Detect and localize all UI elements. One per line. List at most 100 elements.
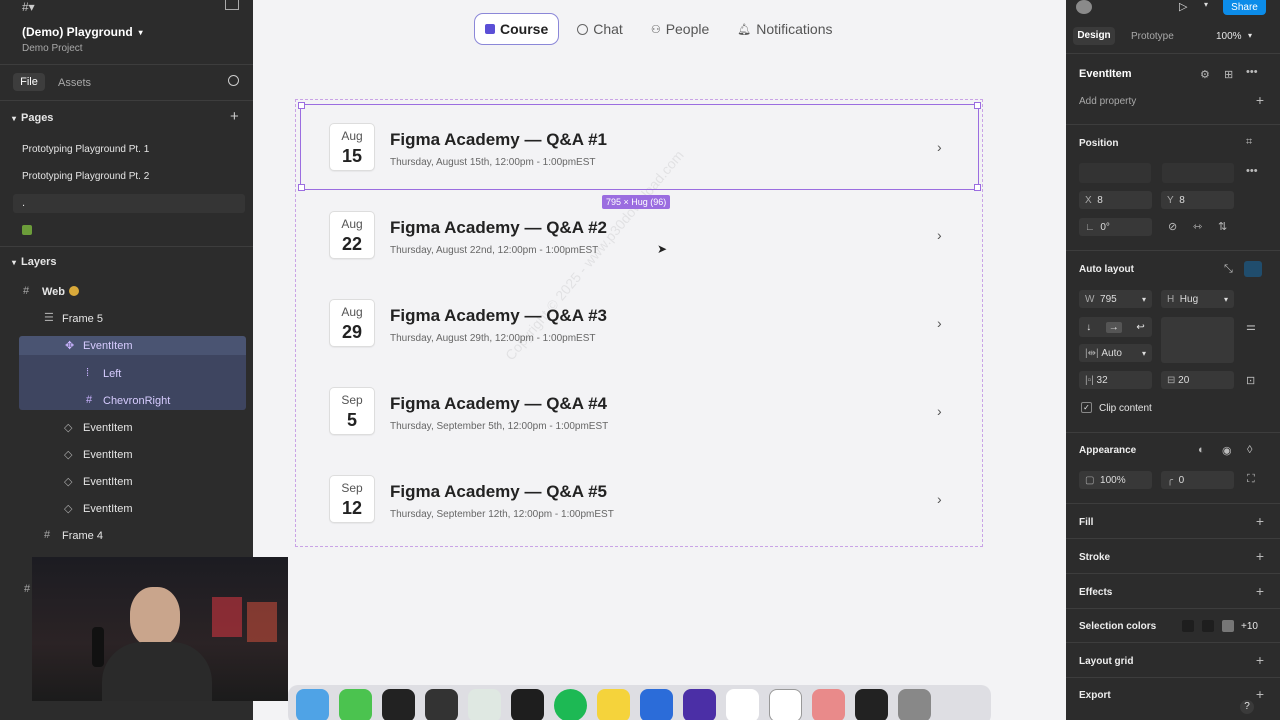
- tab-prototype[interactable]: Prototype: [1131, 31, 1174, 42]
- eye-icon[interactable]: ◉: [1222, 444, 1232, 457]
- flip-horizontal-icon[interactable]: ⇿: [1193, 220, 1202, 233]
- page-item-selected[interactable]: .: [13, 194, 245, 213]
- align-horizontal-group[interactable]: [1079, 163, 1151, 183]
- frame-select-icon[interactable]: ⌗: [1246, 136, 1252, 149]
- sidebar-toggle-icon[interactable]: [225, 0, 239, 10]
- constraint-icon[interactable]: ⊘: [1168, 220, 1177, 233]
- spotify-icon[interactable]: [554, 689, 587, 720]
- color-swatch[interactable]: [1182, 620, 1194, 632]
- drop-icon[interactable]: ◊: [1247, 444, 1252, 456]
- layer-row-frame5[interactable]: ☰ Frame 5: [13, 306, 245, 332]
- chevron-down-icon[interactable]: ▾: [1204, 0, 1208, 9]
- padding-settings-icon[interactable]: ⊡: [1246, 374, 1255, 387]
- blend-icon[interactable]: ◐: [1198, 444, 1205, 456]
- opacity-field[interactable]: ▢ 100%: [1079, 471, 1152, 489]
- nav-notifications[interactable]: 🔔︎ Notifications: [727, 14, 842, 44]
- page-emoji-icon[interactable]: [22, 225, 32, 235]
- nav-course[interactable]: Course: [474, 13, 560, 45]
- plus-icon[interactable]: +: [1256, 583, 1264, 599]
- radius-field[interactable]: ╭ 0: [1161, 471, 1234, 489]
- plus-icon[interactable]: +: [1256, 513, 1264, 529]
- app-icon[interactable]: [425, 689, 458, 720]
- event-item[interactable]: Sep 12 Figma Academy — Q&A #5 Thursday, S…: [301, 457, 978, 541]
- page-item[interactable]: Prototyping Playground Pt. 1: [22, 144, 149, 155]
- slack-icon[interactable]: [726, 689, 759, 720]
- tab-file[interactable]: File: [13, 73, 45, 91]
- color-swatch[interactable]: [1202, 620, 1214, 632]
- alignment-grid[interactable]: [1161, 317, 1234, 363]
- grid-icon[interactable]: ⊞: [1224, 68, 1233, 81]
- avatar[interactable]: [1076, 0, 1092, 14]
- gap-mode-field[interactable]: |⇹| Auto ▾: [1079, 344, 1152, 362]
- design-canvas[interactable]: Course Chat ⚇ People 🔔︎ Notifications Co…: [253, 0, 1066, 720]
- color-swatch[interactable]: [1222, 620, 1234, 632]
- messages-icon[interactable]: [339, 689, 372, 720]
- layer-chevronright[interactable]: ChevronRight: [103, 395, 170, 407]
- pages-header[interactable]: ▾ Pages: [12, 112, 53, 124]
- app-icon[interactable]: [683, 689, 716, 720]
- adjust-icon[interactable]: ⚙: [1200, 68, 1210, 81]
- page-item[interactable]: Prototyping Playground Pt. 2: [22, 171, 149, 182]
- align-vertical-group[interactable]: [1162, 163, 1234, 183]
- collapse-icon[interactable]: ⤡: [1224, 263, 1233, 276]
- flip-vertical-icon[interactable]: ⇅: [1218, 220, 1227, 233]
- layer-row-eventitem[interactable]: ◇ EventItem: [13, 497, 245, 519]
- plus-icon[interactable]: +: [1256, 652, 1264, 668]
- notion-icon[interactable]: [769, 689, 802, 720]
- layer-row-frame4[interactable]: # Frame 4: [13, 524, 245, 546]
- frame5-bounds[interactable]: Aug 15 Figma Academy — Q&A #1 Thursday, A…: [295, 99, 983, 547]
- layer-row-web[interactable]: # Web: [13, 279, 245, 305]
- more-icon[interactable]: •••: [1246, 66, 1258, 78]
- layer-row-eventitem[interactable]: ◇ EventItem: [13, 416, 245, 438]
- rotation-field[interactable]: ∟ 0°: [1079, 218, 1152, 236]
- add-page-icon[interactable]: +: [230, 108, 239, 125]
- width-field[interactable]: W 795 ▾: [1079, 290, 1152, 308]
- app-icon[interactable]: [468, 689, 501, 720]
- trash-icon[interactable]: [898, 689, 931, 720]
- add-property[interactable]: Add property: [1079, 96, 1136, 107]
- event-item[interactable]: Aug 29 Figma Academy — Q&A #3 Thursday, A…: [301, 281, 978, 365]
- layer-left[interactable]: Left: [103, 368, 121, 380]
- height-field[interactable]: H Hug ▾: [1161, 290, 1234, 308]
- project-name[interactable]: (Demo) Playground ▾: [22, 25, 143, 39]
- figma-menu-icon[interactable]: #▾: [22, 0, 35, 14]
- clip-content-checkbox[interactable]: ✓: [1081, 402, 1092, 413]
- x-field[interactable]: X 8: [1079, 191, 1152, 209]
- y-field[interactable]: Y 8: [1161, 191, 1234, 209]
- app-icon[interactable]: [812, 689, 845, 720]
- selection-colors-more[interactable]: +10: [1241, 621, 1258, 632]
- zoom-level[interactable]: 100%: [1216, 31, 1242, 42]
- search-icon[interactable]: [228, 75, 239, 86]
- share-button[interactable]: Share: [1223, 0, 1266, 15]
- notes-icon[interactable]: [597, 689, 630, 720]
- figma-icon[interactable]: [511, 689, 544, 720]
- layer-row-eventitem[interactable]: ◇ EventItem: [13, 470, 245, 492]
- resize-handle[interactable]: [974, 102, 981, 109]
- plus-icon[interactable]: +: [1256, 92, 1264, 108]
- settings-icon[interactable]: ⚌: [1246, 320, 1256, 333]
- tab-assets[interactable]: Assets: [58, 77, 91, 89]
- nav-chat[interactable]: Chat: [567, 14, 633, 44]
- resize-handle[interactable]: [298, 184, 305, 191]
- nav-people[interactable]: ⚇ People: [641, 14, 719, 44]
- resize-handle[interactable]: [974, 184, 981, 191]
- plus-icon[interactable]: +: [1256, 686, 1264, 702]
- padding-field[interactable]: |▫| 32: [1079, 371, 1152, 389]
- layer-row-eventitem-selected[interactable]: ✥ EventItem: [19, 336, 246, 355]
- event-item[interactable]: Sep 5 Figma Academy — Q&A #4 Thursday, Se…: [301, 369, 978, 453]
- resize-handle[interactable]: [298, 102, 305, 109]
- finder-icon[interactable]: [296, 689, 329, 720]
- event-item[interactable]: Aug 15 Figma Academy — Q&A #1 Thursday, A…: [300, 104, 979, 190]
- app-icon[interactable]: [640, 689, 673, 720]
- direction-group[interactable]: ↓ → ↩: [1079, 317, 1152, 337]
- autolayout-toggle-icon[interactable]: [1244, 261, 1262, 277]
- expand-corners-icon[interactable]: ⛶: [1247, 473, 1255, 486]
- more-icon[interactable]: •••: [1246, 165, 1258, 177]
- layers-header[interactable]: ▾ Layers: [12, 256, 57, 268]
- logic-icon[interactable]: [382, 689, 415, 720]
- spacing-field[interactable]: ⊟ 20: [1161, 371, 1234, 389]
- play-icon[interactable]: ▷: [1179, 0, 1187, 13]
- tab-design[interactable]: Design: [1073, 27, 1115, 45]
- plus-icon[interactable]: +: [1256, 548, 1264, 564]
- app-icon[interactable]: [855, 689, 888, 720]
